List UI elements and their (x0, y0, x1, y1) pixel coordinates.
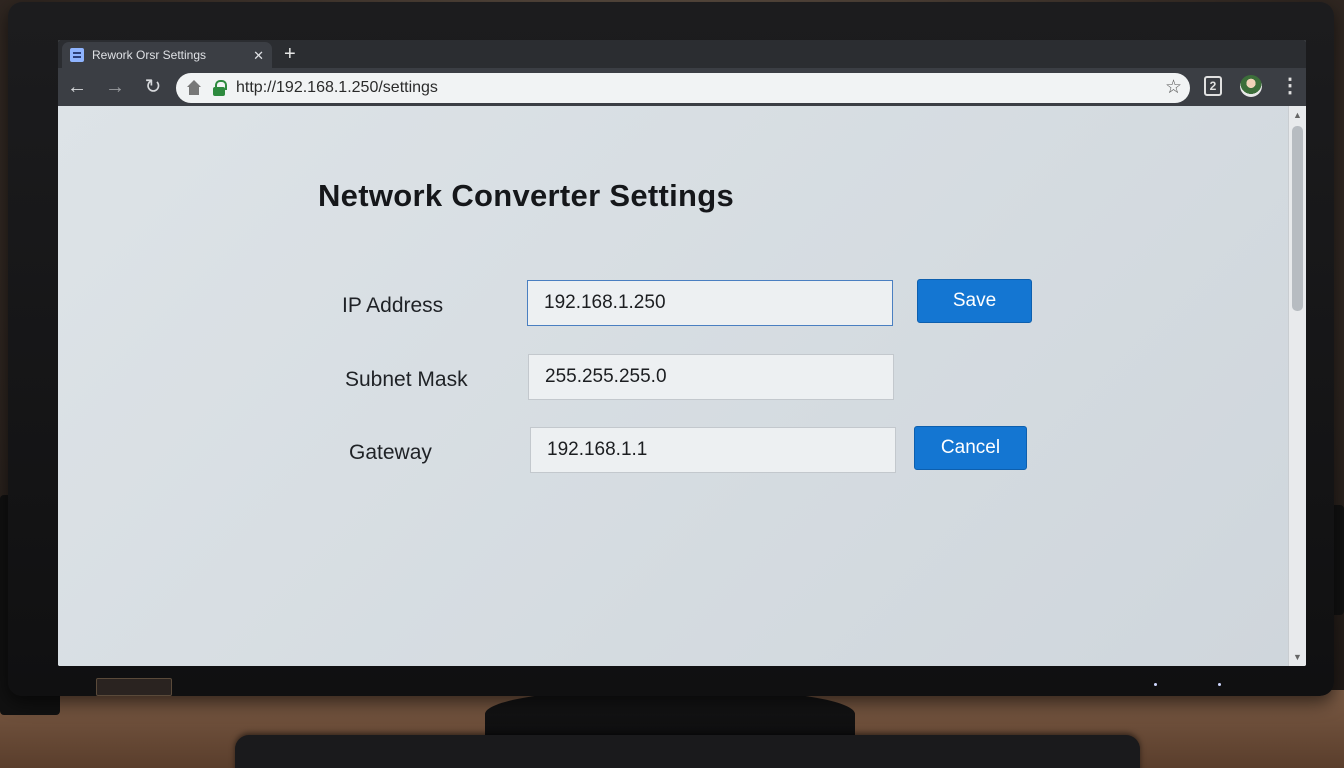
gateway-input[interactable] (530, 427, 896, 473)
status-led (1218, 683, 1221, 686)
forward-arrow-icon[interactable]: → (96, 68, 134, 106)
ip-address-input[interactable] (527, 280, 893, 326)
subnet-mask-input[interactable] (528, 354, 894, 400)
monitor-logo (96, 678, 172, 696)
menu-icon[interactable]: ⋮ (1280, 74, 1300, 98)
keyboard (235, 735, 1140, 768)
screen: Rework Orsr Settings ✕ + ← → ↻ http://19… (58, 40, 1306, 666)
url-text[interactable]: http://192.168.1.250/settings (236, 79, 438, 97)
cancel-button[interactable]: Cancel (914, 426, 1027, 470)
page-title: Network Converter Settings (318, 178, 735, 213)
tab-title: Rework Orsr Settings (92, 48, 207, 62)
gateway-label: Gateway (349, 441, 432, 464)
subnet-mask-label: Subnet Mask (345, 368, 468, 391)
new-tab-button[interactable]: + (284, 42, 296, 66)
ip-address-label: IP Address (342, 294, 444, 317)
power-led (1154, 683, 1157, 686)
extension-icon[interactable]: 2 (1204, 76, 1222, 96)
back-arrow-icon[interactable]: ← (58, 68, 96, 106)
scrollbar[interactable]: ▲ ▼ (1288, 106, 1306, 666)
avatar-icon[interactable] (1240, 75, 1262, 97)
scroll-thumb[interactable] (1292, 126, 1303, 311)
lock-icon[interactable] (212, 80, 227, 96)
close-icon[interactable]: ✕ (253, 49, 264, 62)
scroll-up-icon[interactable]: ▲ (1293, 110, 1302, 120)
settings-page: Network Converter Settings IP Address Sa… (58, 106, 1288, 666)
browser-toolbar: ← → ↻ http://192.168.1.250/settings ☆ 2 … (58, 68, 1306, 106)
star-icon[interactable]: ☆ (1165, 76, 1182, 100)
save-button[interactable]: Save (917, 279, 1032, 323)
browser-tab[interactable]: Rework Orsr Settings ✕ (62, 42, 272, 68)
home-icon[interactable] (186, 80, 202, 96)
tab-strip: Rework Orsr Settings ✕ + (58, 40, 1306, 68)
address-bar[interactable]: http://192.168.1.250/settings ☆ (176, 73, 1190, 103)
document-icon (70, 48, 84, 62)
monitor: Rework Orsr Settings ✕ + ← → ↻ http://19… (8, 2, 1334, 696)
reload-icon[interactable]: ↻ (134, 68, 172, 106)
scroll-down-icon[interactable]: ▼ (1293, 652, 1302, 662)
